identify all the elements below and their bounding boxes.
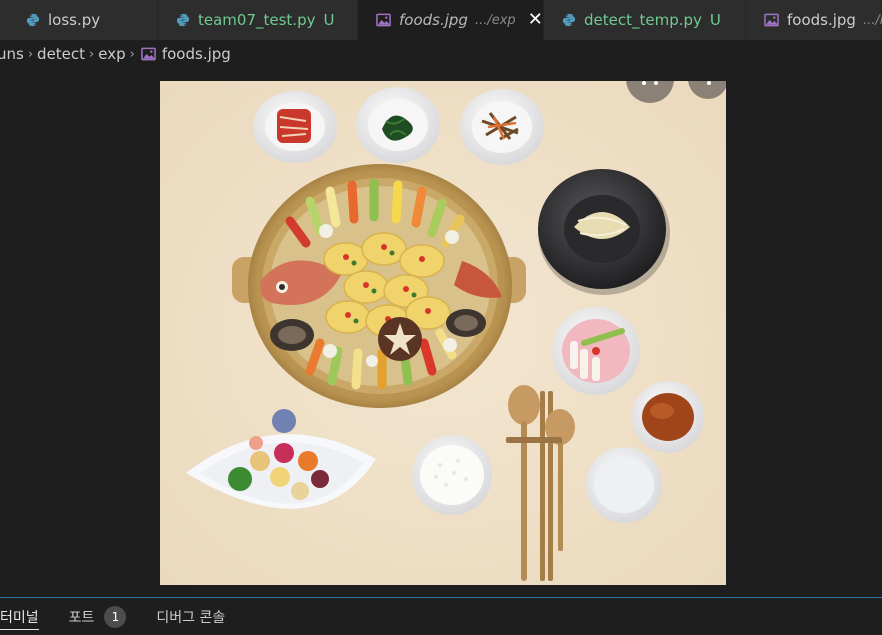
breadcrumb: uns › detect › exp › foods.jpg	[0, 41, 882, 67]
chevron-right-icon: ›	[27, 46, 34, 62]
bottom-panel-tabs: 터미널 포트 1 디버그 콘솔	[0, 597, 882, 635]
image-file-icon	[764, 13, 779, 27]
food-image-preview[interactable]	[160, 81, 726, 585]
tab-terminal[interactable]: 터미널	[0, 598, 39, 635]
tab-debug-console[interactable]: 디버그 콘솔	[156, 598, 225, 635]
tab-label: detect_temp.py	[584, 11, 702, 29]
tab-foods-jpg-2[interactable]: foods.jpg .../ı	[746, 0, 882, 40]
image-file-icon	[141, 47, 156, 61]
close-icon[interactable]: ✕	[528, 11, 543, 29]
untracked-badge: U	[323, 11, 335, 29]
tab-label: foods.jpg	[787, 11, 856, 29]
korean-table-setting-image	[160, 81, 726, 585]
chevron-right-icon: ›	[129, 46, 135, 62]
image-file-icon	[376, 13, 391, 27]
tab-loss-py[interactable]: loss.py	[0, 0, 158, 40]
tab-label: foods.jpg	[399, 11, 468, 29]
python-file-icon	[562, 13, 576, 27]
tab-label: 디버그 콘솔	[156, 609, 226, 626]
image-preview-editor	[0, 67, 882, 597]
python-file-icon	[176, 13, 190, 27]
ports-count-badge: 1	[104, 605, 127, 628]
tab-description: .../exp	[474, 12, 516, 28]
tab-team07-test-py[interactable]: team07_test.py U	[158, 0, 358, 40]
breadcrumb-item[interactable]: exp	[98, 45, 125, 63]
breadcrumb-file[interactable]: foods.jpg	[162, 45, 231, 63]
python-file-icon	[26, 13, 40, 27]
tab-label: team07_test.py	[198, 11, 316, 29]
tab-description: .../ı	[862, 12, 882, 28]
tab-label: loss.py	[48, 11, 101, 29]
chevron-right-icon: ›	[89, 46, 95, 62]
editor-tab-bar: loss.py team07_test.py U foods.jpg .../e…	[0, 0, 882, 40]
tab-label: 포트	[68, 609, 95, 626]
untracked-badge: U	[709, 11, 721, 29]
breadcrumb-item[interactable]: uns	[0, 45, 24, 63]
tab-detect-temp-py[interactable]: detect_temp.py U	[544, 0, 746, 40]
breadcrumb-item[interactable]: detect	[37, 45, 85, 63]
tab-ports[interactable]: 포트 1	[69, 598, 127, 635]
tab-label: 터미널	[0, 609, 39, 626]
tab-foods-jpg-active[interactable]: foods.jpg .../exp ✕	[358, 0, 544, 40]
